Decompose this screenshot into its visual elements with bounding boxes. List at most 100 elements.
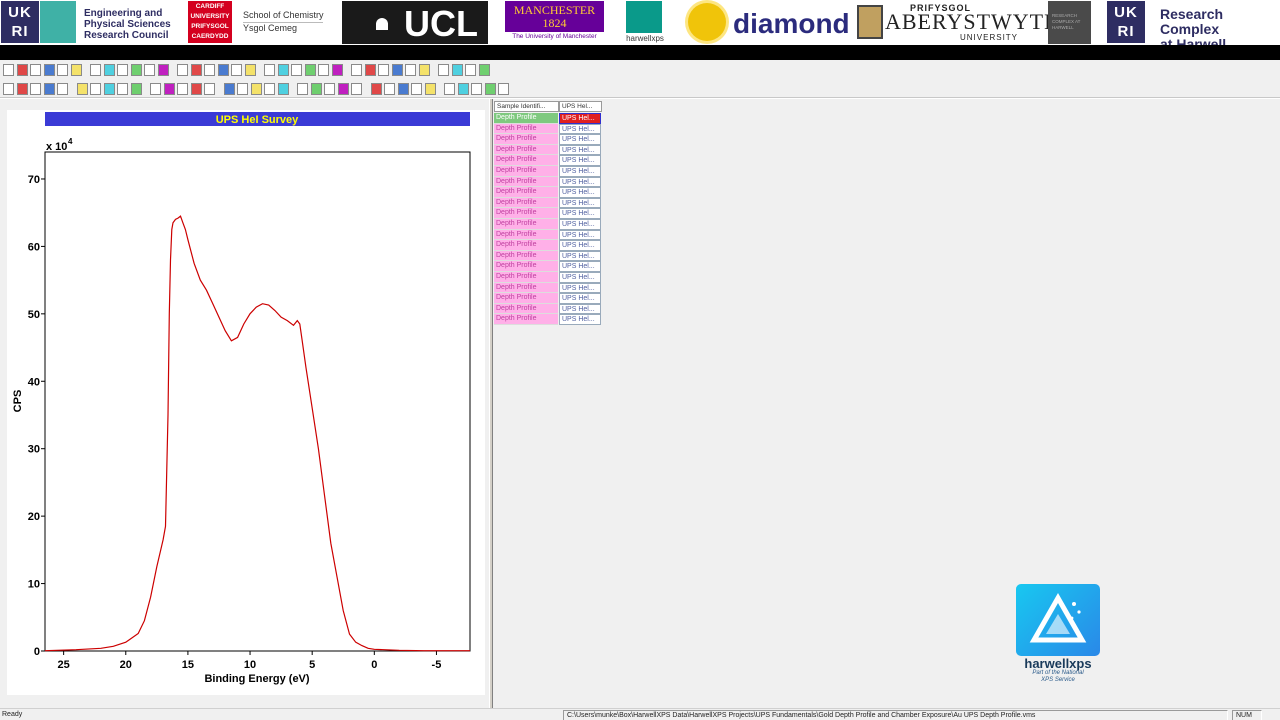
browser-icon[interactable]: [378, 64, 389, 76]
table-cell-sample[interactable]: Depth Profile: [494, 144, 558, 156]
prev-icon[interactable]: [90, 82, 101, 95]
table-cell-sample[interactable]: Depth Profile: [494, 187, 558, 198]
annotate-icon[interactable]: [144, 64, 155, 76]
table-cell-block[interactable]: UPS Hel...: [559, 272, 601, 283]
table-cell-sample[interactable]: Depth Profile: [494, 250, 558, 262]
quantify-icon[interactable]: [418, 64, 430, 76]
setup-icon[interactable]: [391, 64, 403, 76]
zoom-out-icon[interactable]: [150, 82, 161, 95]
table-cell-block[interactable]: UPS Hel...: [559, 303, 601, 315]
spectrum-icon[interactable]: [318, 64, 329, 76]
stack-icon[interactable]: [237, 82, 248, 95]
table-cell-block[interactable]: UPS Hel...: [559, 197, 601, 209]
subtract-icon[interactable]: [324, 82, 335, 95]
table-cell-sample[interactable]: Depth Profile: [494, 123, 558, 135]
paste-block-icon[interactable]: [117, 64, 128, 76]
table-cell-block[interactable]: UPS Hel...: [559, 229, 601, 241]
processing-icon[interactable]: [405, 64, 416, 76]
table-cell-sample[interactable]: Depth Profile: [494, 314, 558, 325]
table-cell-block[interactable]: UPS Hel...: [559, 155, 601, 166]
copy-block-icon[interactable]: [103, 64, 115, 76]
normalise-icon[interactable]: [264, 82, 275, 95]
column-header-block[interactable]: UPS Hel...: [559, 101, 602, 112]
overlay-icon[interactable]: [277, 64, 289, 76]
table-cell-block[interactable]: UPS Hel...: [559, 176, 601, 188]
table-icon[interactable]: [177, 64, 188, 76]
zoom-icon[interactable]: [244, 64, 256, 76]
last-icon[interactable]: [117, 82, 128, 95]
table-cell-block[interactable]: UPS Hel...: [559, 123, 601, 135]
next-icon[interactable]: [103, 82, 115, 95]
calc-icon[interactable]: [204, 64, 215, 76]
smooth-icon[interactable]: [277, 82, 289, 95]
options-icon[interactable]: [190, 64, 202, 76]
table-cell-block[interactable]: UPS Hel...: [559, 293, 601, 304]
save-icon[interactable]: [30, 64, 41, 76]
save-all-icon[interactable]: [43, 64, 55, 76]
table-cell-sample[interactable]: Depth Profile: [494, 155, 558, 166]
table-cell-block[interactable]: UPS Hel...: [559, 240, 601, 251]
spectrum-display[interactable]: UPS HeI Survey x 10 4 0 10 20 30 40 50 60 70 25 20 15…: [7, 110, 485, 695]
open-icon[interactable]: [16, 64, 28, 76]
print-icon[interactable]: [451, 64, 463, 76]
move-icon[interactable]: [351, 64, 362, 76]
undo-icon[interactable]: [471, 82, 482, 95]
label-icon[interactable]: [444, 82, 455, 95]
first-icon[interactable]: [76, 82, 88, 95]
table-cell-block[interactable]: UPS Hel...: [559, 134, 601, 145]
print-preview-icon[interactable]: [465, 64, 476, 76]
paste-icon[interactable]: [90, 64, 101, 76]
multiply-icon[interactable]: [351, 82, 362, 95]
colour-icon[interactable]: [30, 82, 41, 95]
redo-icon[interactable]: [484, 82, 496, 95]
table-cell-sample[interactable]: Depth Profile: [494, 134, 558, 145]
table-cell-block[interactable]: UPS Hel...: [559, 144, 601, 156]
shift-icon[interactable]: [264, 64, 275, 76]
table-cell-block[interactable]: UPS Hel...: [559, 187, 601, 198]
table-cell-block[interactable]: UPS Hel...: [559, 314, 601, 325]
table-cell-sample[interactable]: Depth Profile: [494, 166, 558, 177]
integrate-icon[interactable]: [310, 82, 322, 95]
range-icon[interactable]: [331, 64, 343, 76]
overlay-icon[interactable]: [291, 64, 302, 76]
grid-icon[interactable]: [57, 82, 68, 95]
new-icon[interactable]: [3, 64, 14, 76]
add-icon[interactable]: [337, 82, 349, 95]
table-cell-block[interactable]: UPS Hel...: [559, 219, 601, 230]
fill-icon[interactable]: [43, 82, 55, 95]
table-cell-block[interactable]: UPS Hel...: [559, 113, 601, 124]
zoom-in-icon[interactable]: [130, 82, 142, 95]
table-cell-block[interactable]: UPS Hel...: [559, 250, 601, 262]
export-icon[interactable]: [498, 82, 509, 95]
table-cell-sample[interactable]: Depth Profile: [494, 208, 558, 219]
column-header-sample[interactable]: Sample Identifi...: [494, 101, 559, 112]
table-cell-sample[interactable]: Depth Profile: [494, 240, 558, 251]
compress-icon[interactable]: [204, 82, 215, 95]
select-icon[interactable]: [3, 82, 14, 95]
edit-icon[interactable]: [217, 64, 229, 76]
report-icon[interactable]: [157, 64, 169, 76]
expand-icon[interactable]: [190, 82, 202, 95]
table-cell-sample[interactable]: Depth Profile: [494, 229, 558, 241]
reset-icon[interactable]: [457, 82, 469, 95]
table-cell-sample[interactable]: Depth Profile: [494, 282, 558, 294]
table-cell-block[interactable]: UPS Hel...: [559, 166, 601, 177]
charge-icon[interactable]: [424, 82, 436, 95]
table-cell-sample[interactable]: Depth Profile: [494, 176, 558, 188]
tile-icon[interactable]: [16, 82, 28, 95]
table-cell-sample[interactable]: Depth Profile: [494, 261, 558, 272]
draw-icon[interactable]: [364, 64, 376, 76]
reverse-icon[interactable]: [223, 82, 235, 95]
annotation-icon[interactable]: [438, 64, 449, 76]
spectrum-chart[interactable]: UPS HeI Surveyx 10 401020304050607025 20 15…: [7, 110, 485, 695]
scale-icon[interactable]: [177, 82, 188, 95]
table-cell-block[interactable]: UPS Hel...: [559, 282, 601, 294]
table-cell-sample[interactable]: Depth Profile: [494, 303, 558, 315]
print-setup-icon[interactable]: [57, 64, 68, 76]
delete-icon[interactable]: [130, 64, 142, 76]
table-cell-sample[interactable]: Depth Profile: [494, 272, 558, 283]
offset-icon[interactable]: [250, 82, 262, 95]
table-cell-sample[interactable]: Depth Profile: [494, 197, 558, 209]
differentiate-icon[interactable]: [297, 82, 308, 95]
divide-icon[interactable]: [370, 82, 382, 95]
